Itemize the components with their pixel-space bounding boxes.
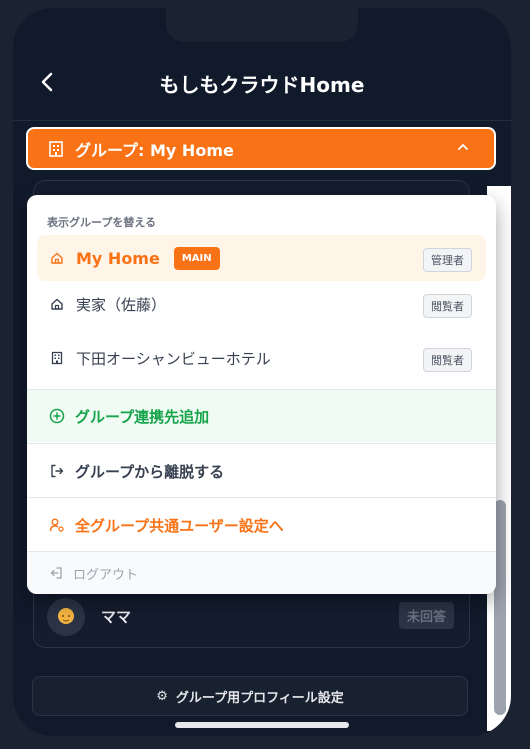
group-name: My Home [76,248,160,268]
logout-icon [50,567,62,579]
group-item-jikka[interactable]: 実家（佐藤） 閲覧者 [37,281,486,327]
page-title: もしもクラウドHome [159,73,365,97]
group-name: 下田オーシャンビューホテル [76,349,271,368]
notch [166,8,358,42]
group-item-hotel[interactable]: 下田オーシャンビューホテル 閲覧者 [37,335,486,381]
phone-screen: もしもクラウドHome グループ: My Home ママ 未回答 ⚙ グループ用… [13,8,511,736]
divider [27,497,496,498]
group-profile-settings-button[interactable]: ⚙ グループ用プロフィール設定 [32,676,468,716]
group-item-my-home[interactable]: My Home MAIN 管理者 [37,235,486,281]
header-divider [13,120,511,121]
role-badge: 閲覧者 [423,294,472,318]
logout-button[interactable]: ログアウト [27,552,496,594]
home-icon [51,298,63,310]
role-badge: 管理者 [423,248,472,272]
add-group-link-label: グループ連携先追加 [75,407,210,426]
group-profile-settings-label: グループ用プロフィール設定 [175,690,344,706]
group-select-label: グループ: My Home [75,140,234,160]
person-avatar-icon [58,608,74,624]
group-name: 実家（佐藤） [76,295,167,314]
group-dropdown: 表示グループを替える My Home MAIN 管理者 実家（佐藤） 閲覧者 下… [27,195,496,594]
building-icon [51,351,63,365]
user-settings-icon [49,518,64,532]
home-icon [51,252,63,264]
group-select-button[interactable]: グループ: My Home [26,127,496,170]
global-user-settings-button[interactable]: 全グループ共通ユーザー設定へ [27,499,496,551]
chevron-up-icon [458,143,468,150]
global-user-settings-label: 全グループ共通ユーザー設定へ [75,516,284,535]
role-badge: 閲覧者 [423,348,472,372]
plus-circle-icon [49,408,65,424]
logout-arrow-icon [51,464,64,478]
home-indicator [175,722,349,728]
main-badge: MAIN [173,246,220,270]
status-badge: 未回答 [398,602,454,629]
logout-label: ログアウト [73,567,139,583]
add-group-link-button[interactable]: グループ連携先追加 [27,390,496,442]
building-icon [49,140,63,157]
avatar [47,598,85,636]
gear-icon: ⚙ [156,688,168,704]
member-name: ママ [101,608,132,626]
leave-group-label: グループから離脱する [75,462,225,481]
dropdown-heading: 表示グループを替える [47,216,157,229]
member-row[interactable]: ママ 未回答 [33,588,468,646]
divider [27,443,496,444]
leave-group-button[interactable]: グループから離脱する [27,445,496,497]
